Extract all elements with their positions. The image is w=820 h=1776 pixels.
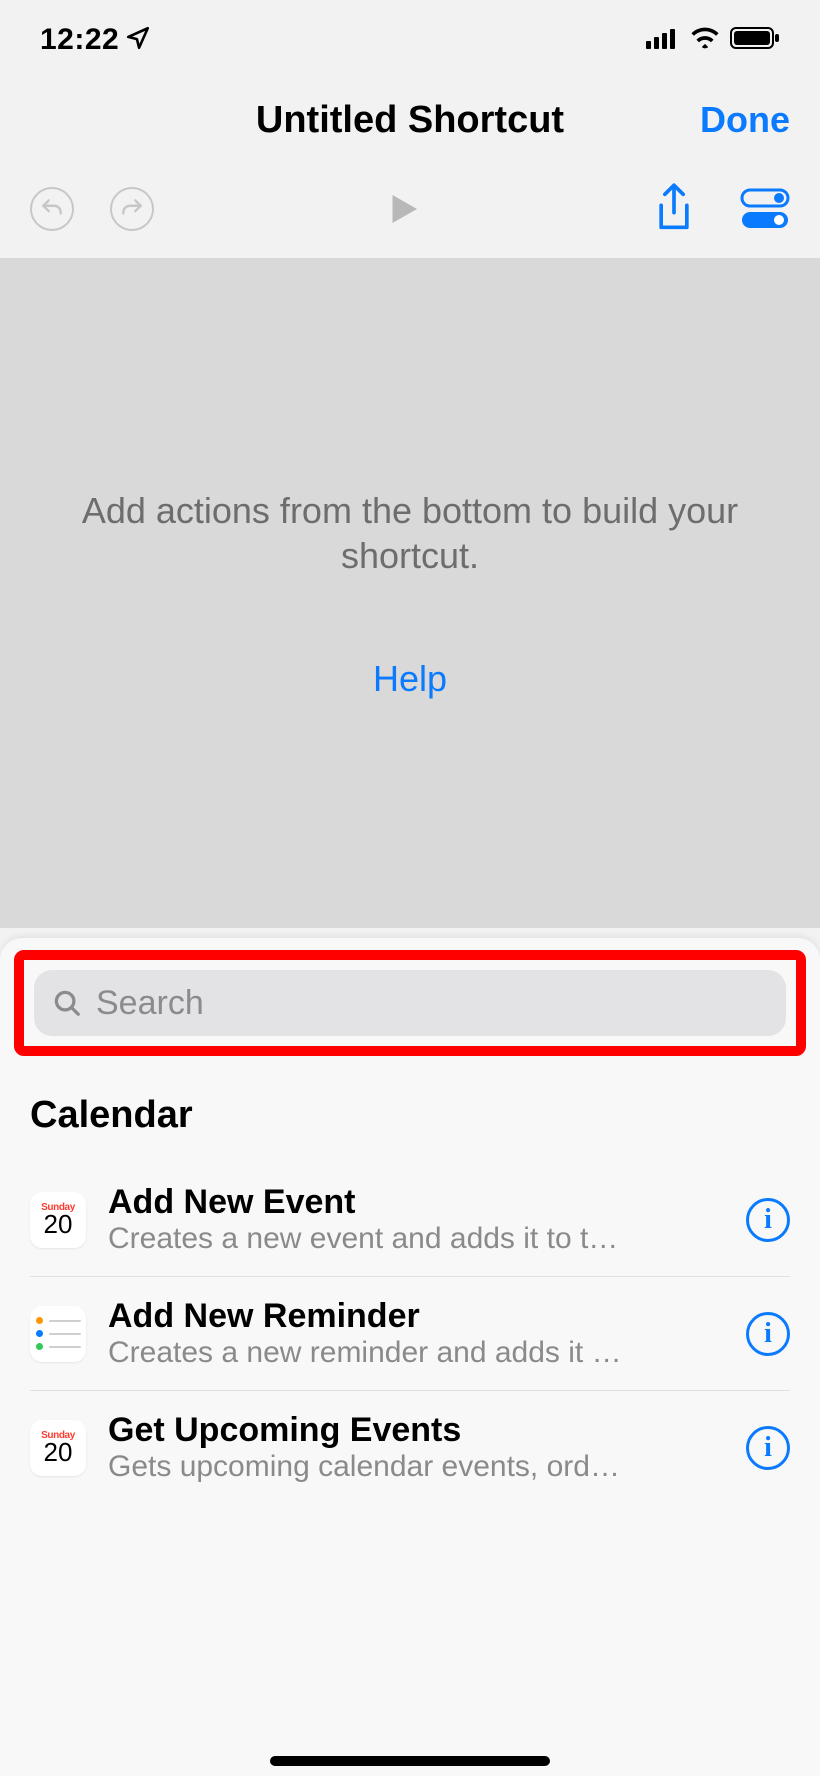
nav-bar: Untitled Shortcut Done	[0, 80, 820, 160]
status-left: 12:22	[40, 23, 151, 57]
search-highlight: Search	[14, 950, 806, 1056]
action-row-add-new-event[interactable]: Sunday 20 Add New Event Creates a new ev…	[30, 1163, 790, 1277]
cal-day-number: 20	[44, 1213, 73, 1236]
section-header: Calendar	[30, 1094, 790, 1137]
redo-button[interactable]	[110, 187, 154, 231]
play-button[interactable]	[382, 188, 424, 230]
share-button[interactable]	[652, 183, 696, 235]
info-button[interactable]: i	[746, 1426, 790, 1470]
wifi-icon	[690, 27, 720, 54]
shortcut-canvas: Add actions from the bottom to build you…	[0, 260, 820, 928]
action-title: Add New Reminder	[108, 1297, 724, 1336]
battery-icon	[730, 26, 780, 55]
home-indicator[interactable]	[270, 1756, 550, 1766]
calendar-app-icon: Sunday 20	[30, 1192, 86, 1248]
action-subtitle: Gets upcoming calendar events, ordered f…	[108, 1450, 628, 1484]
action-title: Get Upcoming Events	[108, 1411, 724, 1450]
status-right	[646, 26, 780, 55]
calendar-section: Calendar Sunday 20 Add New Event Creates…	[0, 1070, 820, 1504]
action-subtitle: Creates a new event and adds it to the s…	[108, 1222, 628, 1256]
search-placeholder: Search	[96, 984, 204, 1023]
location-icon	[125, 25, 151, 56]
page-title: Untitled Shortcut	[256, 99, 564, 142]
action-row-add-new-reminder[interactable]: Add New Reminder Creates a new reminder …	[30, 1277, 790, 1391]
action-row-get-upcoming-events[interactable]: Sunday 20 Get Upcoming Events Gets upcom…	[30, 1391, 790, 1504]
status-time: 12:22	[40, 23, 119, 57]
toolbar	[0, 160, 820, 260]
actions-sheet[interactable]: Search Calendar Sunday 20 Add New Event …	[0, 938, 820, 1776]
settings-toggle-button[interactable]	[740, 187, 790, 231]
info-button[interactable]: i	[746, 1198, 790, 1242]
done-button[interactable]: Done	[700, 99, 790, 141]
cal-day-number: 20	[44, 1441, 73, 1464]
reminders-app-icon	[30, 1306, 86, 1362]
action-title: Add New Event	[108, 1183, 724, 1222]
status-bar: 12:22	[0, 0, 820, 80]
help-link[interactable]: Help	[373, 658, 447, 700]
search-input[interactable]: Search	[34, 970, 786, 1036]
action-subtitle: Creates a new reminder and adds it to th…	[108, 1336, 628, 1370]
info-button[interactable]: i	[746, 1312, 790, 1356]
cellular-icon	[646, 27, 680, 54]
undo-button[interactable]	[30, 187, 74, 231]
calendar-app-icon: Sunday 20	[30, 1420, 86, 1476]
canvas-hint: Add actions from the bottom to build you…	[80, 488, 740, 578]
